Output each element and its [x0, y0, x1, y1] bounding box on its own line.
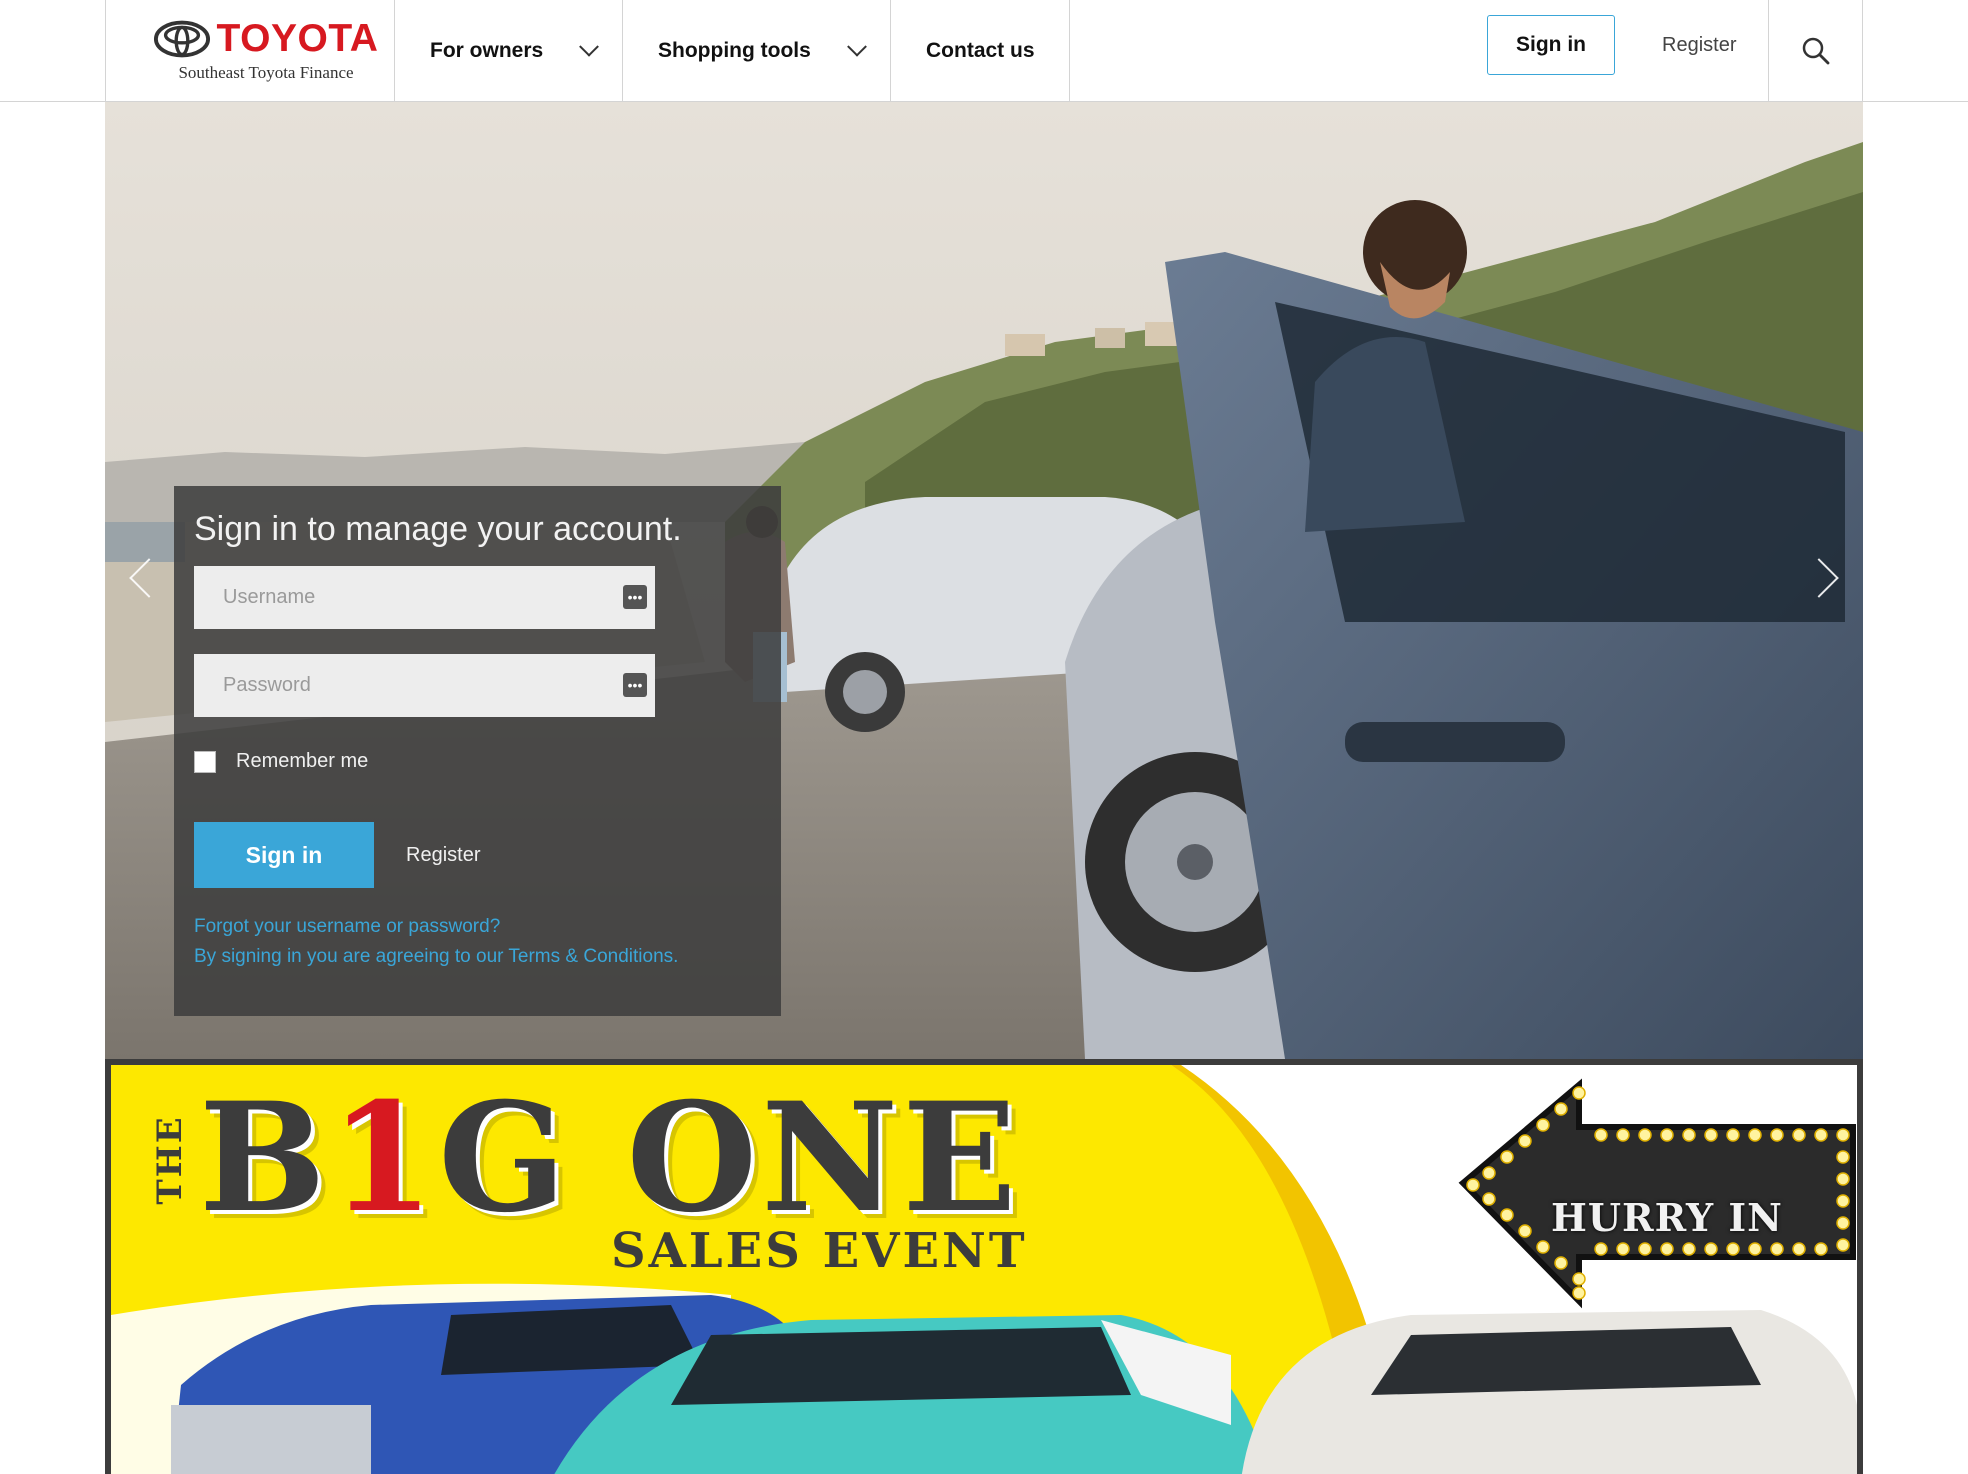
search-icon	[1802, 37, 1829, 64]
login-panel: Sign in to manage your account. Username…	[174, 486, 781, 1016]
site-header: TOYOTA Southeast Toyota Finance For owne…	[0, 0, 1968, 102]
password-placeholder: Password	[223, 674, 311, 696]
nav-shopping-tools-label: Shopping tools	[658, 38, 811, 62]
username-input[interactable]: Username •••	[194, 566, 655, 629]
hero-carousel: Sign in to manage your account. Username…	[105, 102, 1863, 1059]
login-register-link[interactable]: Register	[406, 822, 480, 888]
hurry-in-sign: HURRY IN	[1551, 1195, 1783, 1240]
search-button[interactable]	[1768, 0, 1863, 101]
brand-subtitle: Southeast Toyota Finance	[178, 62, 354, 82]
forgot-credentials-link[interactable]: Forgot your username or password?	[194, 916, 500, 938]
nav-for-owners[interactable]: For owners	[394, 0, 622, 101]
promo-headline: B1G ONE	[199, 1083, 1021, 1233]
nav-contact-us-label: Contact us	[926, 38, 1035, 62]
remember-me-checkbox[interactable]	[194, 750, 216, 773]
chevron-down-icon	[579, 36, 599, 57]
header-sign-in-button[interactable]: Sign in	[1487, 15, 1615, 75]
header-register-link[interactable]: Register	[1662, 15, 1736, 75]
password-input[interactable]: Password •••	[194, 654, 655, 717]
promo-headline-suffix: G ONE	[438, 1070, 1021, 1246]
toyota-emblem-icon	[153, 20, 210, 57]
nav-contact-us[interactable]: Contact us	[890, 0, 1070, 101]
username-placeholder: Username	[223, 586, 316, 608]
promo-the-label: THE	[150, 1103, 190, 1213]
promo-banner-inner: THE B1G ONE SALES EVENT HURRY IN	[111, 1065, 1857, 1474]
nav-for-owners-label: For owners	[430, 38, 544, 62]
promo-banner[interactable]: THE B1G ONE SALES EVENT HURRY IN	[105, 1059, 1863, 1474]
brand-name: TOYOTA	[216, 16, 379, 60]
login-title: Sign in to manage your account.	[194, 510, 682, 548]
promo-the-text: THE	[150, 1115, 190, 1205]
nav-shopping-tools[interactable]: Shopping tools	[622, 0, 890, 101]
terms-conditions-link[interactable]: By signing in you are agreeing to our Te…	[194, 946, 678, 968]
promo-headline-prefix: B	[199, 1070, 330, 1246]
brand-logo[interactable]: TOYOTA Southeast Toyota Finance	[105, 0, 395, 101]
promo-headline-red: 1	[329, 1070, 439, 1246]
login-sign-in-button[interactable]: Sign in	[194, 822, 374, 888]
chevron-down-icon	[847, 36, 867, 57]
promo-subheadline: SALES EVENT	[611, 1223, 1028, 1279]
remember-me-row[interactable]: Remember me	[194, 750, 368, 773]
remember-me-label: Remember me	[236, 750, 369, 772]
password-manager-icon[interactable]: •••	[623, 673, 647, 697]
password-manager-icon[interactable]: •••	[623, 585, 647, 609]
